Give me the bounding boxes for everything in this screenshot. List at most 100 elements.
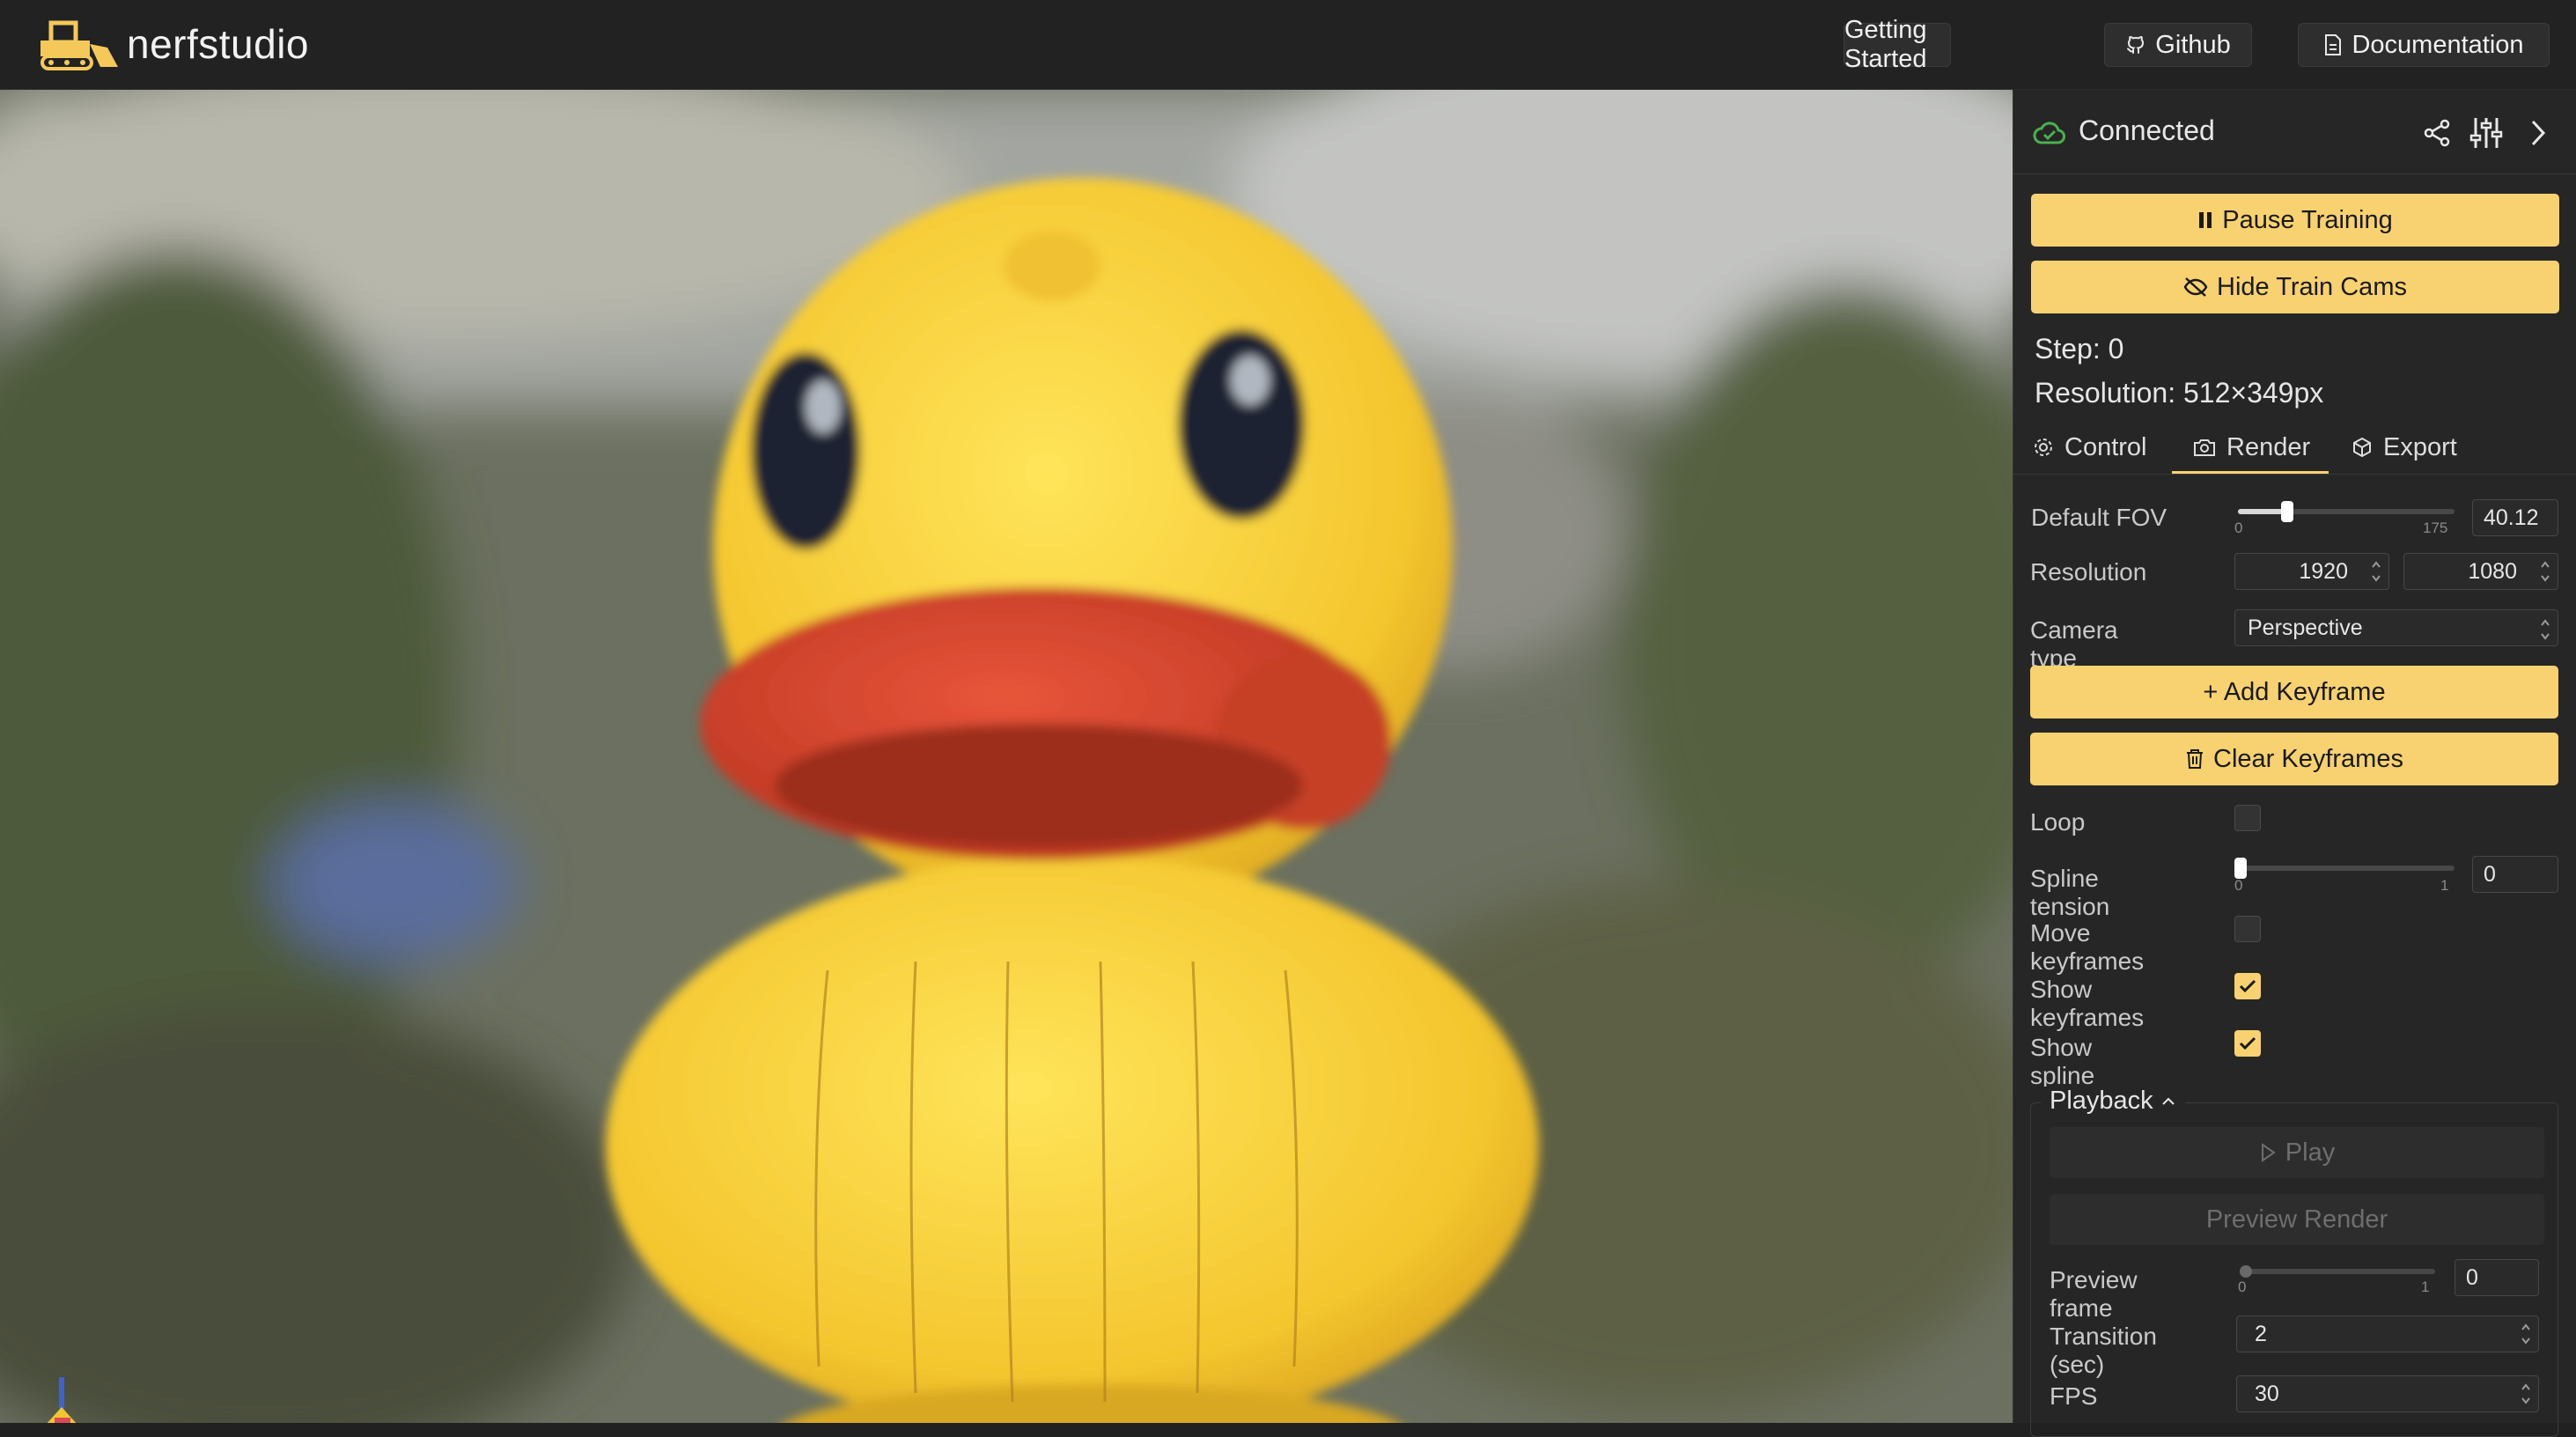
- rendered-scene: [0, 90, 2013, 1423]
- tab-control[interactable]: Control: [2033, 423, 2147, 472]
- spline-tension-label: Spline tension: [2030, 865, 2110, 920]
- loop-checkbox[interactable]: [2234, 805, 2261, 831]
- checkmark-icon: [2239, 979, 2256, 993]
- default-fov-value: 40.12: [2484, 505, 2539, 530]
- pause-icon: [2199, 212, 2212, 228]
- default-fov-label: Default FOV: [2031, 504, 2168, 531]
- resolution-height-value: 1080: [2468, 558, 2517, 584]
- resolution-text: Resolution: 512×349px: [2035, 377, 2324, 409]
- hide-train-cams-button[interactable]: Hide Train Cams: [2031, 261, 2559, 313]
- resolution-width-input[interactable]: 1920: [2234, 553, 2389, 590]
- add-keyframe-label: + Add Keyframe: [2203, 677, 2386, 706]
- documentation-label: Documentation: [2352, 30, 2524, 59]
- preview-render-label: Preview Render: [2205, 1205, 2388, 1234]
- app-logo-text: nerfstudio: [127, 21, 310, 67]
- preview-frame-track[interactable]: [2243, 1269, 2435, 1274]
- getting-started-label: Getting Started: [1844, 16, 1927, 73]
- stepper-icon[interactable]: [2369, 557, 2383, 586]
- clear-keyframes-label: Clear Keyframes: [2213, 744, 2403, 773]
- connection-status-text: Connected: [2079, 114, 2215, 146]
- share-icon[interactable]: [2422, 118, 2452, 148]
- eye-off-icon: [2183, 277, 2208, 297]
- trash-icon: [2187, 749, 2204, 769]
- select-chevron-icon: [2541, 619, 2550, 640]
- preview-frame-thumb[interactable]: [2240, 1265, 2252, 1278]
- stepper-icon[interactable]: [2519, 1320, 2533, 1348]
- cube-icon: [2353, 437, 2371, 458]
- default-fov-fill: [2238, 509, 2288, 514]
- gear-icon: [2035, 438, 2052, 456]
- spline-tension-thumb[interactable]: [2234, 858, 2247, 879]
- pause-training-label: Pause Training: [2222, 205, 2393, 234]
- show-spline-checkbox[interactable]: [2234, 1030, 2261, 1057]
- tab-export-label: Export: [2383, 432, 2457, 461]
- default-fov-input[interactable]: 40.12: [2472, 499, 2558, 536]
- camera-type-value: Perspective: [2248, 615, 2363, 640]
- transition-value: 2: [2255, 1321, 2267, 1346]
- chevron-up-icon: [2161, 1097, 2175, 1105]
- resolution-label: Resolution: [2030, 558, 2147, 586]
- tab-render-label: Render: [2226, 432, 2311, 461]
- stepper-icon[interactable]: [2538, 557, 2552, 586]
- resolution-width-value: 1920: [2299, 558, 2348, 584]
- show-spline-label: Show spline: [2030, 1034, 2095, 1089]
- preview-render-button[interactable]: Preview Render: [2050, 1194, 2544, 1245]
- tab-render[interactable]: Render: [2193, 423, 2310, 472]
- github-icon: [2127, 36, 2145, 54]
- preview-frame-label: Preview frame: [2050, 1266, 2138, 1322]
- transition-input[interactable]: 2: [2236, 1315, 2539, 1352]
- pause-training-button[interactable]: Pause Training: [2031, 194, 2559, 247]
- spline-tension-min: 0: [2234, 877, 2243, 894]
- nerfstudio-logo[interactable]: nerfstudio: [39, 18, 309, 70]
- preview-frame-max: 1: [2421, 1279, 2430, 1295]
- playback-title: Playback: [2050, 1087, 2153, 1115]
- spline-tension-max: 1: [2440, 877, 2449, 894]
- tab-control-label: Control: [2064, 432, 2147, 461]
- default-fov-track[interactable]: [2238, 509, 2455, 514]
- render-viewport[interactable]: [0, 90, 2013, 1423]
- preview-frame-min: 0: [2238, 1279, 2247, 1295]
- axis-gizmo-icon[interactable]: [35, 1372, 88, 1423]
- connection-status-bar: Connected: [2013, 90, 2576, 174]
- loop-label: Loop: [2030, 808, 2086, 836]
- camera-type-label: Camera type: [2030, 616, 2118, 672]
- clear-keyframes-button[interactable]: Clear Keyframes: [2030, 733, 2558, 785]
- spline-tension-track[interactable]: [2238, 866, 2455, 871]
- getting-started-button[interactable]: Getting Started: [1844, 16, 1951, 73]
- documentation-button[interactable]: Documentation: [2298, 23, 2550, 67]
- move-keyframes-checkbox[interactable]: [2234, 916, 2261, 942]
- playback-header[interactable]: Playback: [2041, 1087, 2185, 1116]
- show-keyframes-label: Show keyframes: [2030, 976, 2145, 1031]
- step-text: Step: 0: [2035, 333, 2124, 365]
- default-fov-thumb[interactable]: [2281, 501, 2294, 522]
- preview-frame-value: 0: [2466, 1264, 2478, 1290]
- document-icon: [2325, 34, 2342, 55]
- github-button[interactable]: Github: [2104, 23, 2252, 67]
- chevron-right-icon[interactable]: [2528, 118, 2549, 148]
- top-bar: nerfstudio Getting Started Github Docume…: [0, 0, 2576, 90]
- default-fov-min: 0: [2234, 520, 2243, 536]
- fps-label: FPS: [2050, 1382, 2098, 1410]
- hide-train-cams-label: Hide Train Cams: [2217, 272, 2407, 301]
- fps-value: 30: [2255, 1381, 2279, 1406]
- sliders-icon[interactable]: [2469, 116, 2503, 150]
- tab-export[interactable]: Export: [2352, 423, 2457, 472]
- spline-tension-input[interactable]: 0: [2472, 856, 2558, 893]
- bulldozer-icon: [40, 20, 118, 70]
- github-label: Github: [2155, 30, 2231, 59]
- resolution-height-input[interactable]: 1080: [2403, 553, 2558, 590]
- move-keyframes-label: Move keyframes: [2030, 919, 2145, 975]
- preview-frame-input[interactable]: 0: [2455, 1259, 2539, 1296]
- stepper-icon[interactable]: [2519, 1380, 2533, 1408]
- tabs-divider: [2013, 474, 2576, 475]
- cloud-check-icon: [2033, 122, 2065, 144]
- camera-icon: [2194, 439, 2215, 456]
- show-keyframes-checkbox[interactable]: [2234, 973, 2261, 999]
- camera-type-select[interactable]: Perspective: [2234, 609, 2558, 646]
- play-button[interactable]: Play: [2050, 1127, 2544, 1178]
- play-label: Play: [2285, 1138, 2336, 1167]
- play-icon: [2261, 1143, 2276, 1162]
- add-keyframe-button[interactable]: + Add Keyframe: [2030, 666, 2558, 718]
- fps-input[interactable]: 30: [2236, 1375, 2539, 1412]
- checkmark-icon: [2239, 1036, 2256, 1050]
